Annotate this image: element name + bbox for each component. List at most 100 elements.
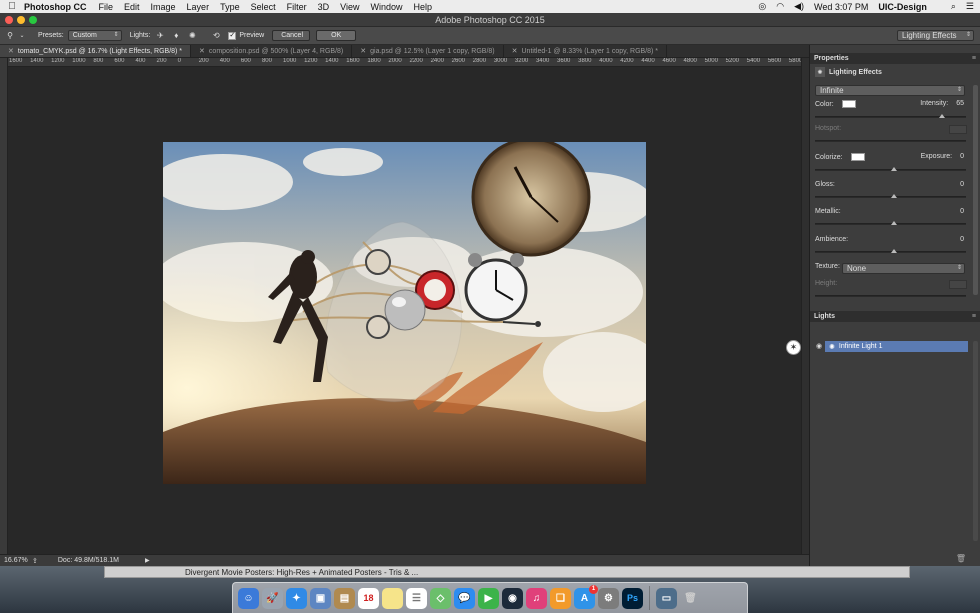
intensity-value[interactable]: 65 [956, 100, 964, 107]
point-light-icon[interactable]: ♦ [170, 30, 182, 42]
clock[interactable]: Wed 3:07 PM [814, 2, 868, 12]
lights-panel-menu-icon[interactable]: ≡ [972, 313, 976, 320]
canvas-scroll-track[interactable] [801, 58, 809, 554]
panel-menu-icon[interactable]: ≡ [972, 55, 976, 62]
menu-select[interactable]: Select [251, 2, 276, 12]
height-value-field[interactable] [949, 280, 967, 289]
light-direction-widget-icon[interactable]: ✶ [786, 340, 801, 355]
maps-icon[interactable]: ◇ [430, 587, 451, 609]
facetime-icon[interactable]: ▶ [478, 587, 499, 609]
menu-window[interactable]: Window [370, 2, 402, 12]
intensity-slider-knob[interactable] [938, 114, 945, 118]
menu-edit[interactable]: Edit [124, 2, 140, 12]
zoom-level[interactable]: 16.67% [4, 557, 32, 564]
wifi-icon[interactable]: ◠ [776, 1, 784, 12]
ibooks-icon[interactable]: ❏ [550, 587, 571, 609]
background-browser-window[interactable]: Divergent Movie Posters: High-Res + Anim… [104, 566, 910, 578]
close-tab-icon[interactable]: ✕ [512, 47, 518, 55]
zoom-window-button[interactable] [29, 16, 37, 24]
tab-gia[interactable]: ✕ gia.psd @ 12.5% (Layer 1 copy, RGB/8) [352, 45, 504, 57]
document-canvas[interactable] [8, 67, 809, 554]
close-tab-icon[interactable]: ✕ [8, 47, 14, 55]
reminders-icon[interactable]: ☰ [406, 587, 427, 609]
infinite-light-icon[interactable]: ✺ [186, 30, 198, 42]
close-tab-icon[interactable]: ✕ [199, 47, 205, 55]
status-menu-arrow-icon[interactable]: ▶ [145, 557, 150, 564]
trash-icon[interactable]: 🗑 [680, 588, 701, 609]
launchpad-icon[interactable]: 🚀 [262, 587, 283, 609]
spot-light-icon[interactable]: ✈ [154, 30, 166, 42]
tab-composition[interactable]: ✕ composition.psd @ 500% (Layer 4, RGB/8… [191, 45, 353, 57]
preview-icon[interactable]: ▣ [310, 587, 331, 609]
itunes-icon[interactable]: ♫ [526, 587, 547, 609]
gloss-value[interactable]: 0 [815, 181, 968, 188]
vertical-ruler[interactable] [0, 58, 8, 554]
tool-preset-chevron-icon[interactable]: ⌄ [16, 30, 28, 42]
delete-light-icon[interactable]: 🗑 [956, 554, 966, 563]
exposure-slider[interactable] [815, 167, 966, 171]
minimize-window-button[interactable] [17, 16, 25, 24]
system-preferences-icon[interactable]: ⚙ [598, 587, 619, 609]
close-window-button[interactable] [5, 16, 13, 24]
menu-layer[interactable]: Layer [187, 2, 210, 12]
tab-tomato-cmyk[interactable]: ✕ tomato_CMYK.psd @ 16.7% (Light Effects… [0, 45, 192, 57]
app-store-icon[interactable]: A1 [574, 584, 598, 609]
messages-icon[interactable]: 💬 [454, 587, 475, 609]
photoshop-icon[interactable]: Ps [622, 587, 643, 609]
apple-menu-icon[interactable]:  [0, 1, 24, 12]
menu-3d[interactable]: 3D [318, 2, 330, 12]
preview-checkbox[interactable]: ✓ Preview [228, 31, 264, 40]
close-tab-icon[interactable]: ✕ [360, 47, 366, 55]
lighting-tool-icon[interactable]: ⚲ [4, 30, 16, 42]
music-icon[interactable]: ◉ [502, 587, 523, 609]
menu-help[interactable]: Help [413, 2, 432, 12]
notes-icon[interactable] [382, 587, 403, 609]
workspace-select[interactable]: Lighting Effects [897, 30, 974, 41]
height-slider[interactable] [815, 295, 966, 297]
menu-type[interactable]: Type [220, 2, 240, 12]
tab-untitled-1[interactable]: ✕ Untitled-1 @ 8.33% (Layer 1 copy, RGB/… [504, 45, 668, 57]
menu-image[interactable]: Image [151, 2, 176, 12]
sync-icon[interactable]: ◎ [758, 1, 766, 12]
user-menu[interactable]: UIC-Design [878, 2, 927, 12]
hotspot-slider[interactable] [815, 140, 966, 142]
photos-icon[interactable]: ▭ [656, 587, 677, 609]
ambience-slider-knob[interactable] [890, 249, 897, 253]
gloss-slider[interactable] [815, 194, 966, 198]
safari-icon[interactable]: ✦ [286, 587, 307, 609]
calendar-icon[interactable]: 18 [358, 587, 379, 609]
preview-check-icon[interactable]: ✓ [228, 31, 237, 40]
lights-scrollbar[interactable] [973, 341, 978, 541]
visibility-eye-icon[interactable]: ◉ [813, 341, 825, 352]
menu-view[interactable]: View [340, 2, 359, 12]
cancel-button[interactable]: Cancel [272, 30, 311, 41]
volume-icon[interactable]: ◀) [794, 1, 804, 12]
exposure-slider-knob[interactable] [890, 167, 897, 171]
lights-panel-header[interactable]: Lights ≡ [810, 311, 980, 322]
lights-list-item[interactable]: ◉ ✺ Infinite Light 1 [813, 341, 968, 352]
book-icon[interactable]: ▤ [334, 587, 355, 609]
metallic-slider-knob[interactable] [890, 221, 897, 225]
metallic-slider[interactable] [815, 221, 966, 225]
properties-scrollbar[interactable] [973, 85, 978, 295]
horizontal-ruler[interactable]: 1600 1400 1200 1000 800 600 400 200 0 200 400 600 80… [8, 58, 809, 67]
menu-file[interactable]: File [99, 2, 114, 12]
hotspot-value-field[interactable] [949, 125, 967, 134]
notification-center-icon[interactable]: ☰ [966, 1, 974, 12]
properties-panel-header[interactable]: Properties ≡ [810, 53, 980, 64]
exposure-value[interactable]: 0 [960, 153, 964, 160]
intensity-slider[interactable] [815, 114, 966, 118]
app-menu[interactable]: Photoshop CC [24, 2, 87, 12]
document-image[interactable] [163, 142, 646, 484]
reset-light-icon[interactable]: ⟲ [210, 30, 222, 42]
metallic-value[interactable]: 0 [815, 208, 968, 215]
ambience-slider[interactable] [815, 249, 966, 253]
spotlight-search-icon[interactable]: ⌕ [951, 1, 956, 12]
share-icon[interactable]: ⇪ [32, 557, 38, 565]
presets-select[interactable]: Custom [67, 30, 122, 41]
menu-filter[interactable]: Filter [287, 2, 307, 12]
ambience-value[interactable]: 0 [815, 236, 968, 243]
texture-select[interactable]: None [842, 263, 965, 274]
light-type-select[interactable]: Infinite [815, 85, 965, 96]
gloss-slider-knob[interactable] [890, 194, 897, 198]
